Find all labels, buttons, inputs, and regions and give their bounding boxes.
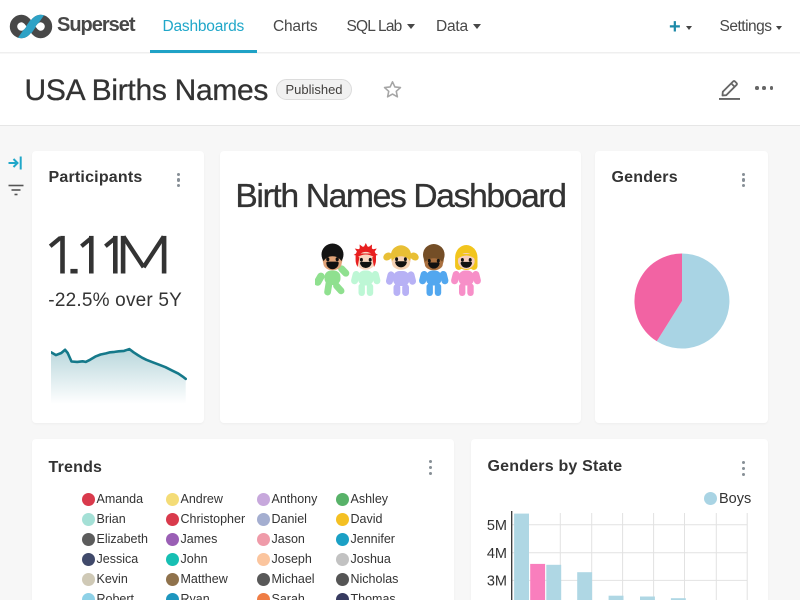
svg-text:5M: 5M bbox=[487, 518, 507, 534]
svg-text:4M: 4M bbox=[487, 546, 507, 562]
svg-text:3M: 3M bbox=[487, 574, 507, 590]
